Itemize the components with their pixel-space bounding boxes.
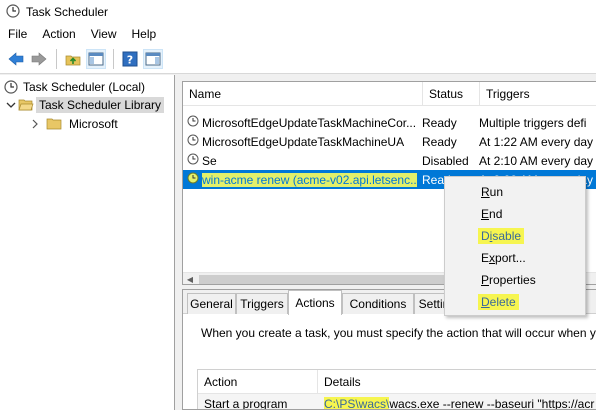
menu-text: E (481, 251, 490, 265)
menu-accelerator: E (481, 207, 490, 221)
column-header-details[interactable]: Details (318, 370, 596, 394)
tree-item-task-scheduler-library[interactable]: Task Scheduler Library (6, 96, 165, 114)
chevron-right-icon[interactable] (30, 119, 46, 129)
task-name: Se (202, 153, 217, 168)
menu-text: D (481, 229, 490, 243)
menu-text: elete (489, 295, 516, 309)
toolbar-separator (113, 48, 114, 69)
action-details-path-highlight: C:\PS\wacs\ (324, 397, 390, 410)
clock-icon (4, 80, 20, 94)
menu-text: nd (489, 207, 503, 221)
task-name: MicrosoftEdgeUpdateTaskMachineCor... (202, 115, 417, 130)
action-details: C:\PS\wacs\wacs.exe --renew --baseuri "h… (318, 397, 596, 410)
tab-actions[interactable]: Actions (288, 290, 342, 315)
task-scheduler-app-icon (6, 3, 20, 21)
task-clock-icon (187, 172, 199, 187)
folder-open-icon (18, 98, 36, 112)
help-icon[interactable]: ? (120, 49, 140, 69)
tab-conditions[interactable]: Conditions (342, 293, 414, 314)
column-header-triggers[interactable]: Triggers (480, 82, 596, 106)
chevron-down-icon[interactable] (6, 100, 18, 110)
menu-help[interactable]: Help (124, 27, 164, 41)
task-row[interactable]: MicrosoftEdgeUpdateTaskMachineCor... Rea… (183, 113, 596, 132)
toolbar: ? (0, 44, 596, 74)
action-details-rest: wacs.exe --renew --baseuri "https://acr (389, 397, 595, 410)
tab-general[interactable]: General (187, 293, 236, 314)
back-icon[interactable] (6, 49, 26, 69)
menu-item-disable[interactable]: Disable (445, 225, 585, 247)
tree-item-label: Task Scheduler Library (36, 97, 165, 113)
menu-item-run[interactable]: Run (445, 181, 585, 203)
svg-text:?: ? (127, 53, 133, 66)
menu-item-export[interactable]: Export... (445, 247, 585, 269)
task-status: Ready (422, 115, 457, 130)
task-name: win-acme renew (acme-v02.api.letsenc... (202, 172, 417, 187)
task-status: Ready (422, 134, 457, 149)
menu-text: port... (495, 251, 526, 265)
task-list-header: Name Status Triggers (183, 82, 596, 106)
task-clock-icon (187, 153, 199, 168)
menu-accelerator: R (481, 185, 490, 199)
menu-view[interactable]: View (83, 27, 124, 41)
show-hide-action-pane-icon[interactable] (143, 48, 163, 69)
menu-accelerator: P (481, 273, 490, 287)
actions-description: When you create a task, you must specify… (201, 326, 596, 340)
menu-item-end[interactable]: End (445, 203, 585, 225)
forward-icon[interactable] (29, 49, 49, 69)
up-folder-icon[interactable] (63, 49, 83, 69)
task-clock-icon (187, 134, 199, 149)
task-row[interactable]: MicrosoftEdgeUpdateTaskMachineUA Ready A… (183, 132, 596, 151)
menu-file[interactable]: File (0, 27, 34, 41)
action-type: Start a program (204, 397, 288, 410)
tab-triggers[interactable]: Triggers (236, 293, 288, 314)
column-header-name[interactable]: Name (183, 82, 423, 106)
action-row[interactable]: Start a program C:\PS\wacs\wacs.exe --re… (198, 394, 596, 410)
context-menu: Run End Disable Export... Properties Del… (444, 176, 586, 316)
menu-bar: File Action View Help (0, 24, 596, 44)
actions-table: Action Details Start a program C:\PS\wac… (197, 369, 596, 410)
tree-item-microsoft[interactable]: Microsoft (30, 115, 121, 133)
show-hide-tree-icon[interactable] (86, 48, 106, 69)
scroll-left-icon[interactable]: ◀ (184, 274, 196, 284)
task-triggers: At 1:22 AM every day (479, 134, 594, 149)
menu-item-properties[interactable]: Properties (445, 269, 585, 291)
tree-item-task-scheduler-local[interactable]: Task Scheduler (Local) (4, 78, 148, 96)
task-triggers: At 2:10 AM every day (479, 153, 594, 168)
menu-text: un (489, 185, 504, 199)
menu-text: sable (492, 229, 522, 243)
task-clock-icon (187, 115, 199, 130)
menu-accelerator: D (481, 295, 490, 309)
menu-text: roperties (489, 273, 536, 287)
title-bar: Task Scheduler (0, 0, 596, 24)
task-row[interactable]: Se Disabled At 2:10 AM every day (183, 151, 596, 170)
task-status: Disabled (422, 153, 469, 168)
actions-table-header: Action Details (198, 370, 596, 394)
tree-item-label: Task Scheduler (Local) (23, 80, 146, 94)
folder-icon (46, 117, 66, 131)
column-header-action[interactable]: Action (198, 370, 318, 394)
task-triggers: Multiple triggers defi (479, 115, 587, 130)
menu-action[interactable]: Action (34, 27, 82, 41)
task-name: MicrosoftEdgeUpdateTaskMachineUA (202, 134, 405, 149)
window-title: Task Scheduler (26, 5, 109, 19)
tree-item-label: Microsoft (69, 117, 118, 131)
navigation-tree: Task Scheduler (Local) Task Scheduler Li… (0, 75, 175, 410)
scrollbar-thumb[interactable] (199, 275, 461, 284)
menu-item-delete[interactable]: Delete (445, 291, 585, 313)
toolbar-separator (56, 48, 57, 69)
column-header-status[interactable]: Status (423, 82, 480, 106)
